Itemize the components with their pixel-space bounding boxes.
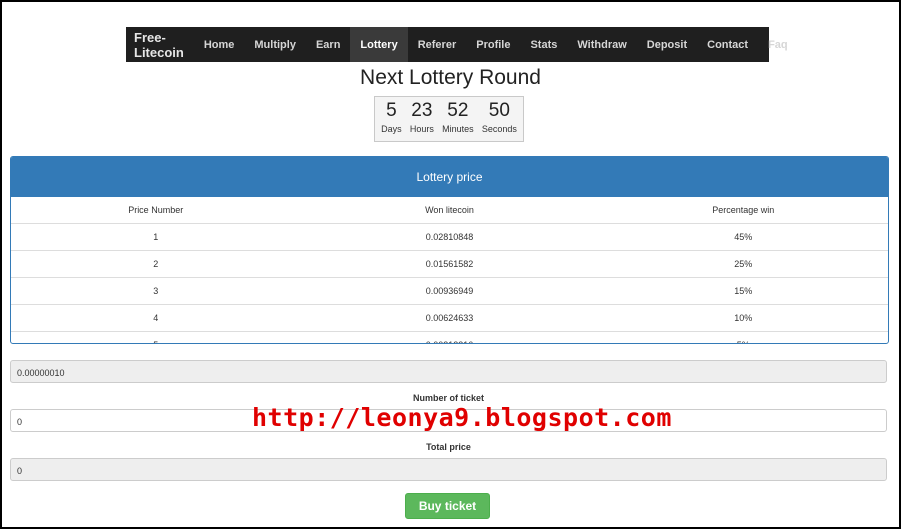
cell-price-number: 4 bbox=[11, 304, 301, 332]
table-header-row: Price Number Won litecoin Percentage win bbox=[11, 197, 888, 224]
countdown-minutes-value: 52 bbox=[447, 100, 469, 121]
nav-lottery[interactable]: Lottery bbox=[350, 27, 408, 62]
countdown-seconds-value: 50 bbox=[488, 100, 510, 121]
column-header-won-litecoin: Won litecoin bbox=[425, 205, 474, 215]
table-row: 4 0.00624633 10% bbox=[11, 304, 888, 332]
cell-price-number: 3 bbox=[11, 277, 301, 305]
buy-ticket-button[interactable]: Buy ticket bbox=[405, 493, 490, 519]
nav-faq[interactable]: Faq bbox=[758, 27, 798, 62]
nav-home[interactable]: Home bbox=[194, 27, 245, 62]
cell-percentage-win: 10% bbox=[598, 304, 888, 332]
table-row: 3 0.00936949 15% bbox=[11, 277, 888, 305]
nav-deposit[interactable]: Deposit bbox=[637, 27, 697, 62]
cell-won-litecoin: 0.00936949 bbox=[300, 277, 599, 305]
cell-percentage-win: 25% bbox=[598, 250, 888, 278]
nav-referer[interactable]: Referer bbox=[408, 27, 467, 62]
lottery-price-table: Price Number Won litecoin Percentage win… bbox=[11, 197, 888, 343]
nav-earn[interactable]: Earn bbox=[306, 27, 350, 62]
number-of-ticket-label: Number of ticket bbox=[412, 393, 484, 403]
cell-won-litecoin: 0.00312316 bbox=[300, 331, 599, 343]
countdown-hours-value: 23 bbox=[411, 100, 433, 121]
top-navbar: Free-Litecoin Home Multiply Earn Lottery… bbox=[126, 27, 788, 62]
countdown-minutes-label: Minutes bbox=[442, 124, 474, 134]
ticket-price-field: 0.00000010 bbox=[10, 360, 887, 383]
table-row: 1 0.02810848 45% bbox=[11, 223, 888, 251]
countdown-hours: 23 Hours bbox=[410, 100, 434, 141]
nav-stats[interactable]: Stats bbox=[520, 27, 567, 62]
countdown-days-label: Days bbox=[381, 124, 402, 134]
countdown-seconds-label: Seconds bbox=[481, 124, 517, 134]
cell-price-number: 2 bbox=[11, 250, 301, 278]
cell-price-number: 1 bbox=[11, 223, 301, 251]
countdown-days-value: 5 bbox=[386, 100, 397, 121]
countdown-timer: 5 Days 23 Hours 52 Minutes 50 Seconds bbox=[374, 96, 524, 142]
nav-profile[interactable]: Profile bbox=[466, 27, 520, 62]
lottery-price-panel: Lottery price Price Number Won litecoin … bbox=[10, 156, 889, 344]
countdown-hours-label: Hours bbox=[409, 124, 434, 134]
countdown-seconds: 50 Seconds bbox=[482, 100, 517, 141]
cell-won-litecoin: 0.02810848 bbox=[300, 223, 599, 251]
table-row: 2 0.01561582 25% bbox=[11, 250, 888, 278]
countdown-minutes: 52 Minutes bbox=[442, 100, 474, 141]
countdown-days: 5 Days bbox=[381, 100, 402, 141]
cell-won-litecoin: 0.01561582 bbox=[300, 250, 599, 278]
cell-percentage-win: 15% bbox=[598, 277, 888, 305]
cell-percentage-win: 5% bbox=[598, 331, 888, 343]
panel-heading: Lottery price bbox=[11, 157, 888, 197]
nav-contact[interactable]: Contact bbox=[697, 27, 758, 62]
nav-withdraw[interactable]: Withdraw bbox=[567, 27, 636, 62]
cell-price-number: 5 bbox=[11, 331, 301, 343]
column-header-percentage-win: Percentage win bbox=[712, 205, 775, 215]
cell-won-litecoin: 0.00624633 bbox=[300, 304, 599, 332]
total-price-label: Total price bbox=[426, 442, 471, 452]
blog-url-watermark: http://leonya9.blogspot.com bbox=[252, 403, 672, 432]
brand-link[interactable]: Free-Litecoin bbox=[126, 30, 194, 60]
table-row: 5 0.00312316 5% bbox=[11, 331, 888, 343]
lottery-round-title: Next Lottery Round bbox=[360, 66, 541, 89]
nav-multiply[interactable]: Multiply bbox=[244, 27, 306, 62]
cell-percentage-win: 45% bbox=[598, 223, 888, 251]
column-header-price-number: Price Number bbox=[128, 205, 184, 215]
total-price-field: 0 bbox=[10, 458, 887, 481]
